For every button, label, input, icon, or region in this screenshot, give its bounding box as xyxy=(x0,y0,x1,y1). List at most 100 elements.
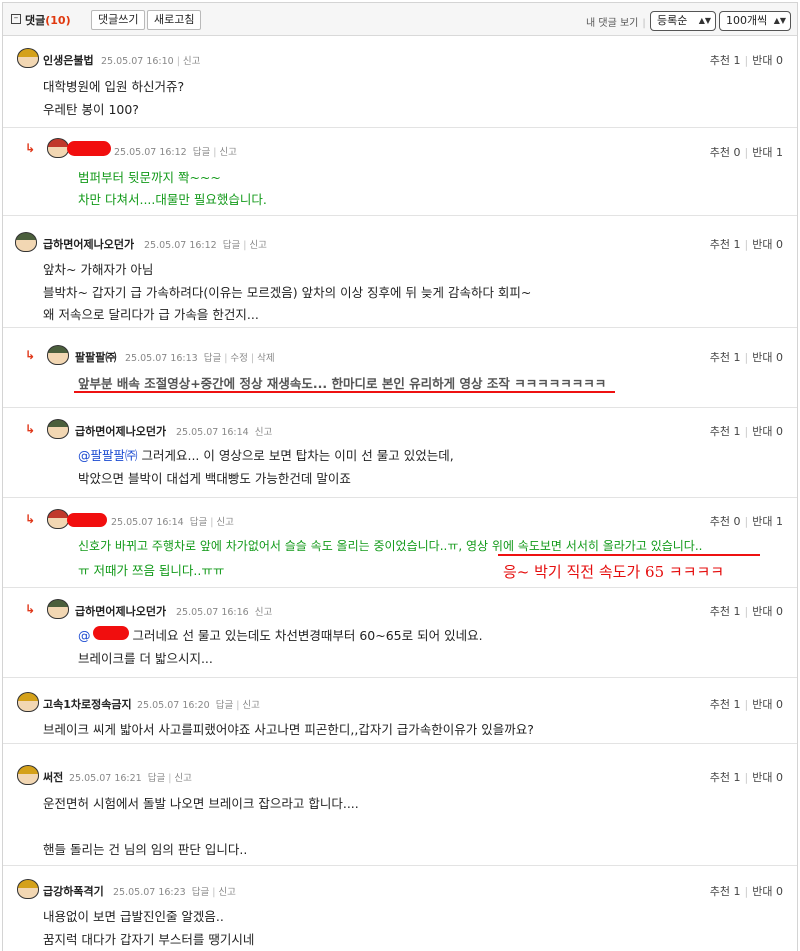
comment-author[interactable]: 인생은불법 xyxy=(43,52,94,68)
report-link[interactable]: 신고 xyxy=(174,773,191,784)
upvote-button[interactable]: 추천 1 xyxy=(710,351,741,364)
downvote-button[interactable]: 반대 0 xyxy=(752,885,783,898)
upvote-button[interactable]: 추천 0 xyxy=(710,515,741,528)
downvote-button[interactable]: 반대 0 xyxy=(752,238,783,251)
downvote-button[interactable]: 반대 1 xyxy=(752,146,783,159)
comment-text-line: 왜 저속으로 달리다가 급 가속을 한건지... xyxy=(43,307,259,322)
reply-link[interactable]: 답글 xyxy=(193,147,210,158)
redacted-nickname xyxy=(67,141,111,156)
reply-link[interactable]: 답글 xyxy=(216,700,233,711)
comment-meta: 25.05.07 16:10 | 신고 xyxy=(101,56,201,67)
avatar xyxy=(47,138,69,158)
comment-author[interactable]: 급강하폭격기 xyxy=(43,883,104,899)
comment-text-line: 블박차~ 갑자기 급 가속하려다(이유는 모르겠음) 앞차의 이상 징후에 뒤 … xyxy=(43,285,532,300)
downvote-count: 0 xyxy=(776,698,783,711)
reply-link[interactable]: 답글 xyxy=(204,353,221,364)
comment-votes: 추천 1 | 반대 0 xyxy=(709,698,783,711)
reply-link[interactable]: 답글 xyxy=(148,773,165,784)
upvote-button[interactable]: 추천 1 xyxy=(710,771,741,784)
downvote-count: 0 xyxy=(776,425,783,438)
avatar xyxy=(47,509,69,529)
collapse-toggle[interactable]: – xyxy=(11,14,21,24)
upvote-label: 추천 xyxy=(709,425,731,438)
comment-author[interactable]: 팔팔팔㈜ xyxy=(75,349,116,365)
comment-time: 25.05.07 16:20 xyxy=(137,700,210,711)
mention-link[interactable]: @팔팔팔㈜ xyxy=(78,448,138,463)
comment-meta: 25.05.07 16:12 답글 | 신고 xyxy=(114,147,237,158)
comment-time: 25.05.07 16:14 xyxy=(176,427,249,438)
sort-select[interactable]: 등록순 ▲▼ xyxy=(650,11,716,31)
report-link[interactable]: 신고 xyxy=(255,427,272,438)
downvote-label: 반대 xyxy=(752,146,773,159)
reply-link[interactable]: 답글 xyxy=(223,240,240,251)
report-link[interactable]: 신고 xyxy=(249,240,266,251)
downvote-button[interactable]: 반대 0 xyxy=(752,425,783,438)
downvote-button[interactable]: 반대 0 xyxy=(752,698,783,711)
upvote-count: 1 xyxy=(733,771,741,784)
comment-author[interactable]: 급하면어제나오던가 xyxy=(75,423,166,439)
comment-meta: 25.05.07 16:14 답글 | 신고 xyxy=(111,517,234,528)
mention-link[interactable]: @ xyxy=(78,628,91,643)
upvote-button[interactable]: 추천 1 xyxy=(710,885,741,898)
downvote-count: 0 xyxy=(776,351,783,364)
report-link[interactable]: 신고 xyxy=(242,700,259,711)
upvote-button[interactable]: 추천 1 xyxy=(710,698,741,711)
comment-text-line: 앞부분 배속 조절영상+중간에 정상 재생속도... 한마디로 본인 유리하게 … xyxy=(78,376,607,391)
per-page-select[interactable]: 100개씩 ▲▼ xyxy=(719,11,791,31)
comment-votes: 추천 1 | 반대 0 xyxy=(709,54,783,67)
report-link[interactable]: 신고 xyxy=(255,607,272,618)
downvote-button[interactable]: 반대 0 xyxy=(752,351,783,364)
comment-author[interactable]: 써전 xyxy=(43,769,63,785)
comment-count: (10) xyxy=(45,14,71,27)
report-link[interactable]: 신고 xyxy=(216,517,233,528)
comment-meta: 25.05.07 16:23 답글 | 신고 xyxy=(113,887,236,898)
reply-link[interactable]: 답글 xyxy=(192,887,209,898)
upvote-label: 추천 xyxy=(709,885,731,898)
downvote-label: 반대 xyxy=(752,885,773,898)
downvote-button[interactable]: 반대 1 xyxy=(752,515,783,528)
downvote-button[interactable]: 반대 0 xyxy=(752,605,783,618)
comment-votes: 추천 1 | 반대 0 xyxy=(709,238,783,251)
per-page-select-value: 100개씩 xyxy=(726,14,768,27)
avatar xyxy=(17,48,39,68)
comment-item: 급강하폭격기 25.05.07 16:23 답글 | 신고 추천 1 | 반대 0 내용없… xyxy=(3,866,797,951)
report-link[interactable]: 신고 xyxy=(183,56,200,67)
red-underline xyxy=(74,391,615,393)
comment-text-line: 꿈지럭 대다가 갑자기 부스터를 땡기시네 xyxy=(43,932,255,947)
reply-link[interactable]: 답글 xyxy=(190,517,207,528)
upvote-button[interactable]: 추천 0 xyxy=(710,146,741,159)
comment-votes: 추천 0 | 반대 1 xyxy=(709,146,783,159)
downvote-count: 0 xyxy=(776,771,783,784)
sort-select-value: 등록순 xyxy=(657,14,688,27)
upvote-count: 0 xyxy=(733,146,741,159)
my-comments-link[interactable]: 내 댓글 보기 | xyxy=(586,14,650,29)
refresh-button[interactable]: 새로고침 xyxy=(147,10,202,30)
report-link[interactable]: 신고 xyxy=(218,887,235,898)
write-comment-button[interactable]: 댓글쓰기 xyxy=(91,10,146,30)
upvote-label: 추천 xyxy=(709,146,731,159)
upvote-button[interactable]: 추천 1 xyxy=(710,605,741,618)
upvote-button[interactable]: 추천 1 xyxy=(710,54,741,67)
upvote-count: 1 xyxy=(733,425,741,438)
report-link[interactable]: 신고 xyxy=(219,147,236,158)
downvote-button[interactable]: 반대 0 xyxy=(752,54,783,67)
comment-author[interactable]: 급하면어제나오던가 xyxy=(75,603,166,619)
downvote-label: 반대 xyxy=(752,54,773,67)
comment-item: 급하면어제나오던가 25.05.07 16:12 답글 | 신고 추천 1 | 반대 0 … xyxy=(3,216,797,328)
delete-link[interactable]: 삭제 xyxy=(257,353,274,364)
upvote-label: 추천 xyxy=(709,351,731,364)
comments-title-label: 댓글 xyxy=(25,14,46,27)
upvote-label: 추천 xyxy=(709,698,731,711)
edit-link[interactable]: 수정 xyxy=(230,353,247,364)
upvote-button[interactable]: 추천 1 xyxy=(710,425,741,438)
comment-text-line: 대학병원에 입원 하신거쥬? xyxy=(43,79,185,94)
comment-author[interactable]: 급하면어제나오던가 xyxy=(43,236,134,252)
downvote-button[interactable]: 반대 0 xyxy=(752,771,783,784)
upvote-button[interactable]: 추천 1 xyxy=(710,238,741,251)
avatar xyxy=(17,765,39,785)
comment-text-line: @팔팔팔㈜ 그러게요... 이 영상으로 보면 탑차는 이미 선 물고 있었는데… xyxy=(78,445,454,464)
comment-meta: 25.05.07 16:20 답글 | 신고 xyxy=(137,700,260,711)
downvote-count: 1 xyxy=(776,515,783,528)
comment-text-line: ㅠ 저때가 쯔음 됩니다..ㅠㅠ xyxy=(78,563,225,578)
comment-author[interactable]: 고속1차로정속금지 xyxy=(43,696,132,712)
